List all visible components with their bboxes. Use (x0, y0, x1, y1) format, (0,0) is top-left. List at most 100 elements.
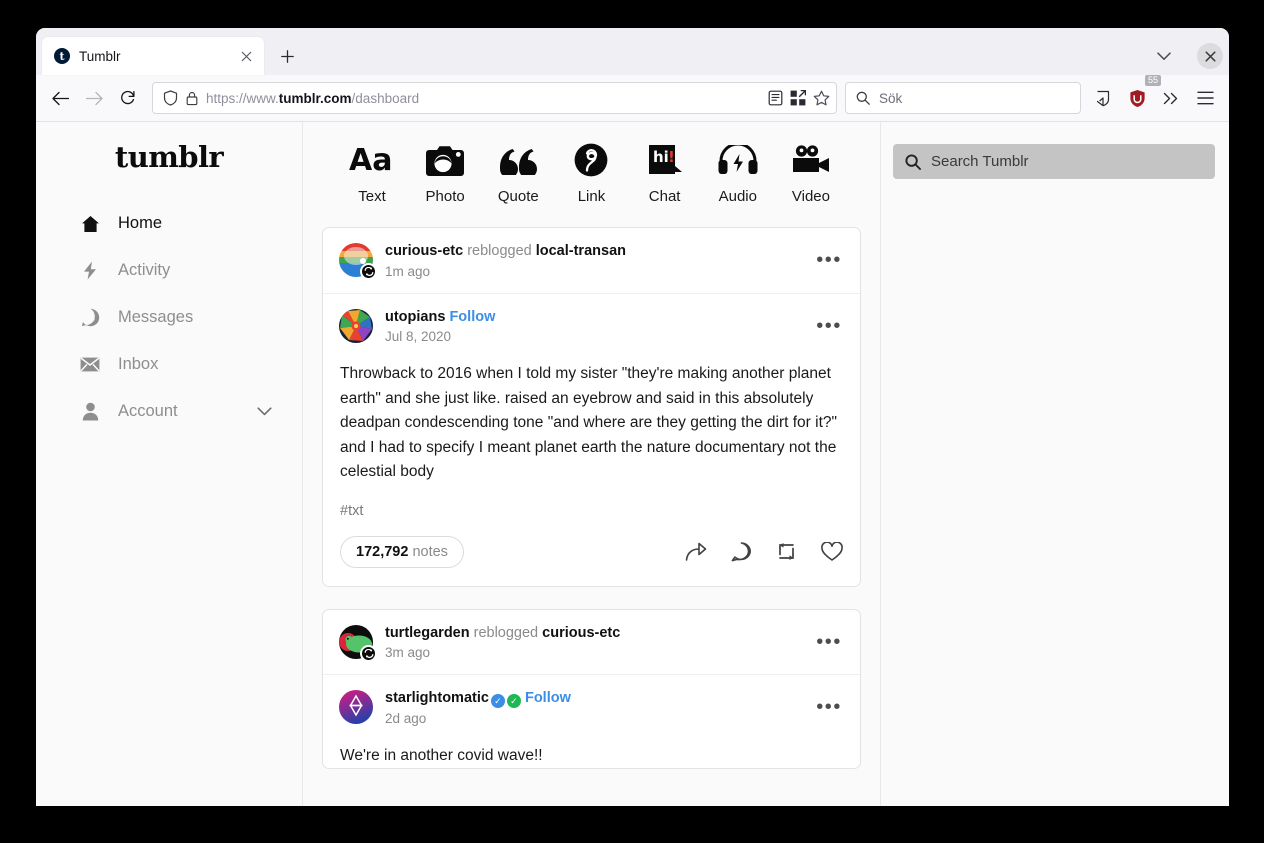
save-to-pocket-icon[interactable] (1087, 82, 1119, 114)
tumblr-search-input[interactable]: Search Tumblr (893, 144, 1215, 179)
reblog-verb: reblogged (467, 243, 532, 259)
author-name[interactable]: starlightomatic (385, 690, 489, 706)
forward-button-icon[interactable] (78, 82, 110, 114)
post-author-header: starlightomatic ✓ ✓ Follow 2d ago ••• (323, 674, 860, 740)
reblog-line: curious-etc reblogged local-transan (385, 242, 802, 262)
composer-label: Audio (718, 188, 757, 205)
svg-text:hi: hi (653, 148, 669, 166)
post-tags[interactable]: #txt (323, 485, 860, 519)
browser-search-bar[interactable]: Sök (845, 82, 1081, 114)
tumblr-search-placeholder: Search Tumblr (931, 153, 1029, 170)
composer-chat-button[interactable]: hi! Chat (635, 140, 695, 205)
author-header-text: starlightomatic ✓ ✓ Follow 2d ago (385, 689, 802, 726)
composer-photo-button[interactable]: Photo (415, 140, 475, 205)
reblog-line: turtlegarden reblogged curious-etc (385, 624, 802, 644)
link-chain-icon (574, 140, 608, 180)
smiley-chat-icon (80, 308, 100, 327)
person-icon (80, 402, 100, 421)
notes-count: 172,792 (356, 543, 409, 560)
reblog-header-text: curious-etc reblogged local-transan 1m a… (385, 242, 802, 279)
post-menu-button[interactable]: ••• (814, 697, 844, 717)
extension-grid-icon[interactable] (790, 90, 806, 106)
post-timestamp: 3m ago (385, 645, 431, 661)
reblog-actor[interactable]: turtlegarden (385, 625, 470, 641)
avatar[interactable] (339, 690, 373, 725)
svg-text:!: ! (668, 148, 675, 166)
composer-label: Photo (425, 188, 465, 205)
author-line: starlightomatic ✓ ✓ Follow (385, 689, 802, 709)
reblog-source[interactable]: local-transan (536, 243, 626, 259)
post-composer-bar: Aa Text Photo Quote Link hi ! Chat Audio… (322, 122, 861, 205)
list-all-tabs-chevron-icon[interactable] (1149, 42, 1179, 70)
sidebar-item-label: Messages (118, 308, 194, 326)
tumblr-dashboard: tumblr Home Activity Messages Inbox Acco… (36, 122, 1229, 806)
comment-icon[interactable] (731, 541, 752, 562)
ublock-origin-extension-icon[interactable]: 55 (1121, 75, 1161, 114)
post-menu-button[interactable]: ••• (814, 632, 844, 652)
chevron-down-icon[interactable] (257, 407, 272, 416)
composer-quote-button[interactable]: Quote (488, 140, 548, 205)
camera-icon (426, 140, 465, 180)
post-menu-button[interactable]: ••• (814, 250, 844, 270)
post-text: Throwback to 2016 when I told my sister … (340, 365, 838, 481)
tumblr-logo[interactable]: tumblr (36, 140, 302, 174)
overflow-menu-icon[interactable] (1155, 82, 1187, 114)
headphones-icon (718, 140, 758, 180)
notes-count-button[interactable]: 172,792 notes (340, 535, 464, 568)
hamburger-menu-icon[interactable] (1189, 82, 1221, 114)
tab-title: Tumblr (79, 48, 121, 64)
share-icon[interactable] (685, 542, 707, 562)
extension-badge-count: 55 (1144, 75, 1161, 86)
reblog-badge-icon (360, 263, 377, 281)
green-check-badge-icon: ✓ (506, 694, 521, 709)
sidebar-item-messages[interactable]: Messages (36, 294, 302, 341)
quote-marks-icon (498, 140, 538, 180)
chat-bubble-hi-icon: hi! (647, 140, 683, 180)
post-card: turtlegarden reblogged curious-etc 3m ag… (322, 608, 861, 770)
composer-label: Text (358, 188, 386, 205)
reblog-source[interactable]: curious-etc (542, 625, 620, 641)
reader-view-icon[interactable] (768, 90, 783, 106)
composer-audio-button[interactable]: Audio (708, 140, 768, 205)
avatar[interactable] (339, 624, 377, 662)
sidebar-item-label: Inbox (118, 355, 159, 373)
post-card: curious-etc reblogged local-transan 1m a… (322, 227, 861, 587)
composer-text-button[interactable]: Aa Text (342, 140, 402, 205)
envelope-icon (80, 357, 100, 372)
url-bar[interactable]: https://www.tumblr.com/dashboard (152, 82, 837, 114)
bookmark-star-icon[interactable] (813, 90, 830, 106)
reload-button-icon[interactable] (112, 82, 144, 114)
avatar[interactable] (339, 308, 373, 343)
notes-label: notes (412, 543, 448, 560)
close-tab-icon[interactable] (236, 46, 256, 66)
text-aa-icon: Aa (349, 140, 395, 180)
post-date: 2d ago (385, 710, 427, 726)
sidebar-item-inbox[interactable]: Inbox (36, 341, 302, 388)
sidebar-item-label: Activity (118, 261, 171, 279)
composer-video-button[interactable]: Video (781, 140, 841, 205)
author-name[interactable]: utopians (385, 309, 445, 325)
post-actions (685, 541, 843, 562)
sidebar-item-home[interactable]: Home (36, 200, 302, 247)
sidebar-item-activity[interactable]: Activity (36, 247, 302, 294)
sidebar-item-account[interactable]: Account (36, 388, 302, 435)
reblog-actor[interactable]: curious-etc (385, 243, 463, 259)
avatar[interactable] (339, 243, 377, 281)
author-line: utopians Follow (385, 308, 802, 328)
reblog-icon[interactable] (776, 542, 797, 562)
post-body: We're in another covid wave!! (323, 740, 860, 768)
post-menu-button[interactable]: ••• (814, 316, 844, 336)
window-close-icon[interactable] (1197, 43, 1223, 69)
composer-label: Link (577, 188, 606, 205)
follow-button[interactable]: Follow (449, 309, 495, 325)
shield-icon[interactable] (163, 90, 178, 106)
new-tab-button[interactable] (272, 41, 302, 71)
composer-link-button[interactable]: Link (561, 140, 621, 205)
back-button-icon[interactable] (44, 82, 76, 114)
like-heart-icon[interactable] (821, 541, 843, 562)
dashboard-feed: Aa Text Photo Quote Link hi ! Chat Audio… (303, 122, 881, 806)
browser-toolbar: https://www.tumblr.com/dashboard Sök 55 (36, 75, 1229, 122)
browser-tab[interactable]: t Tumblr (42, 37, 264, 75)
tumblr-favicon-icon: t (54, 48, 70, 64)
follow-button[interactable]: Follow (525, 690, 571, 706)
